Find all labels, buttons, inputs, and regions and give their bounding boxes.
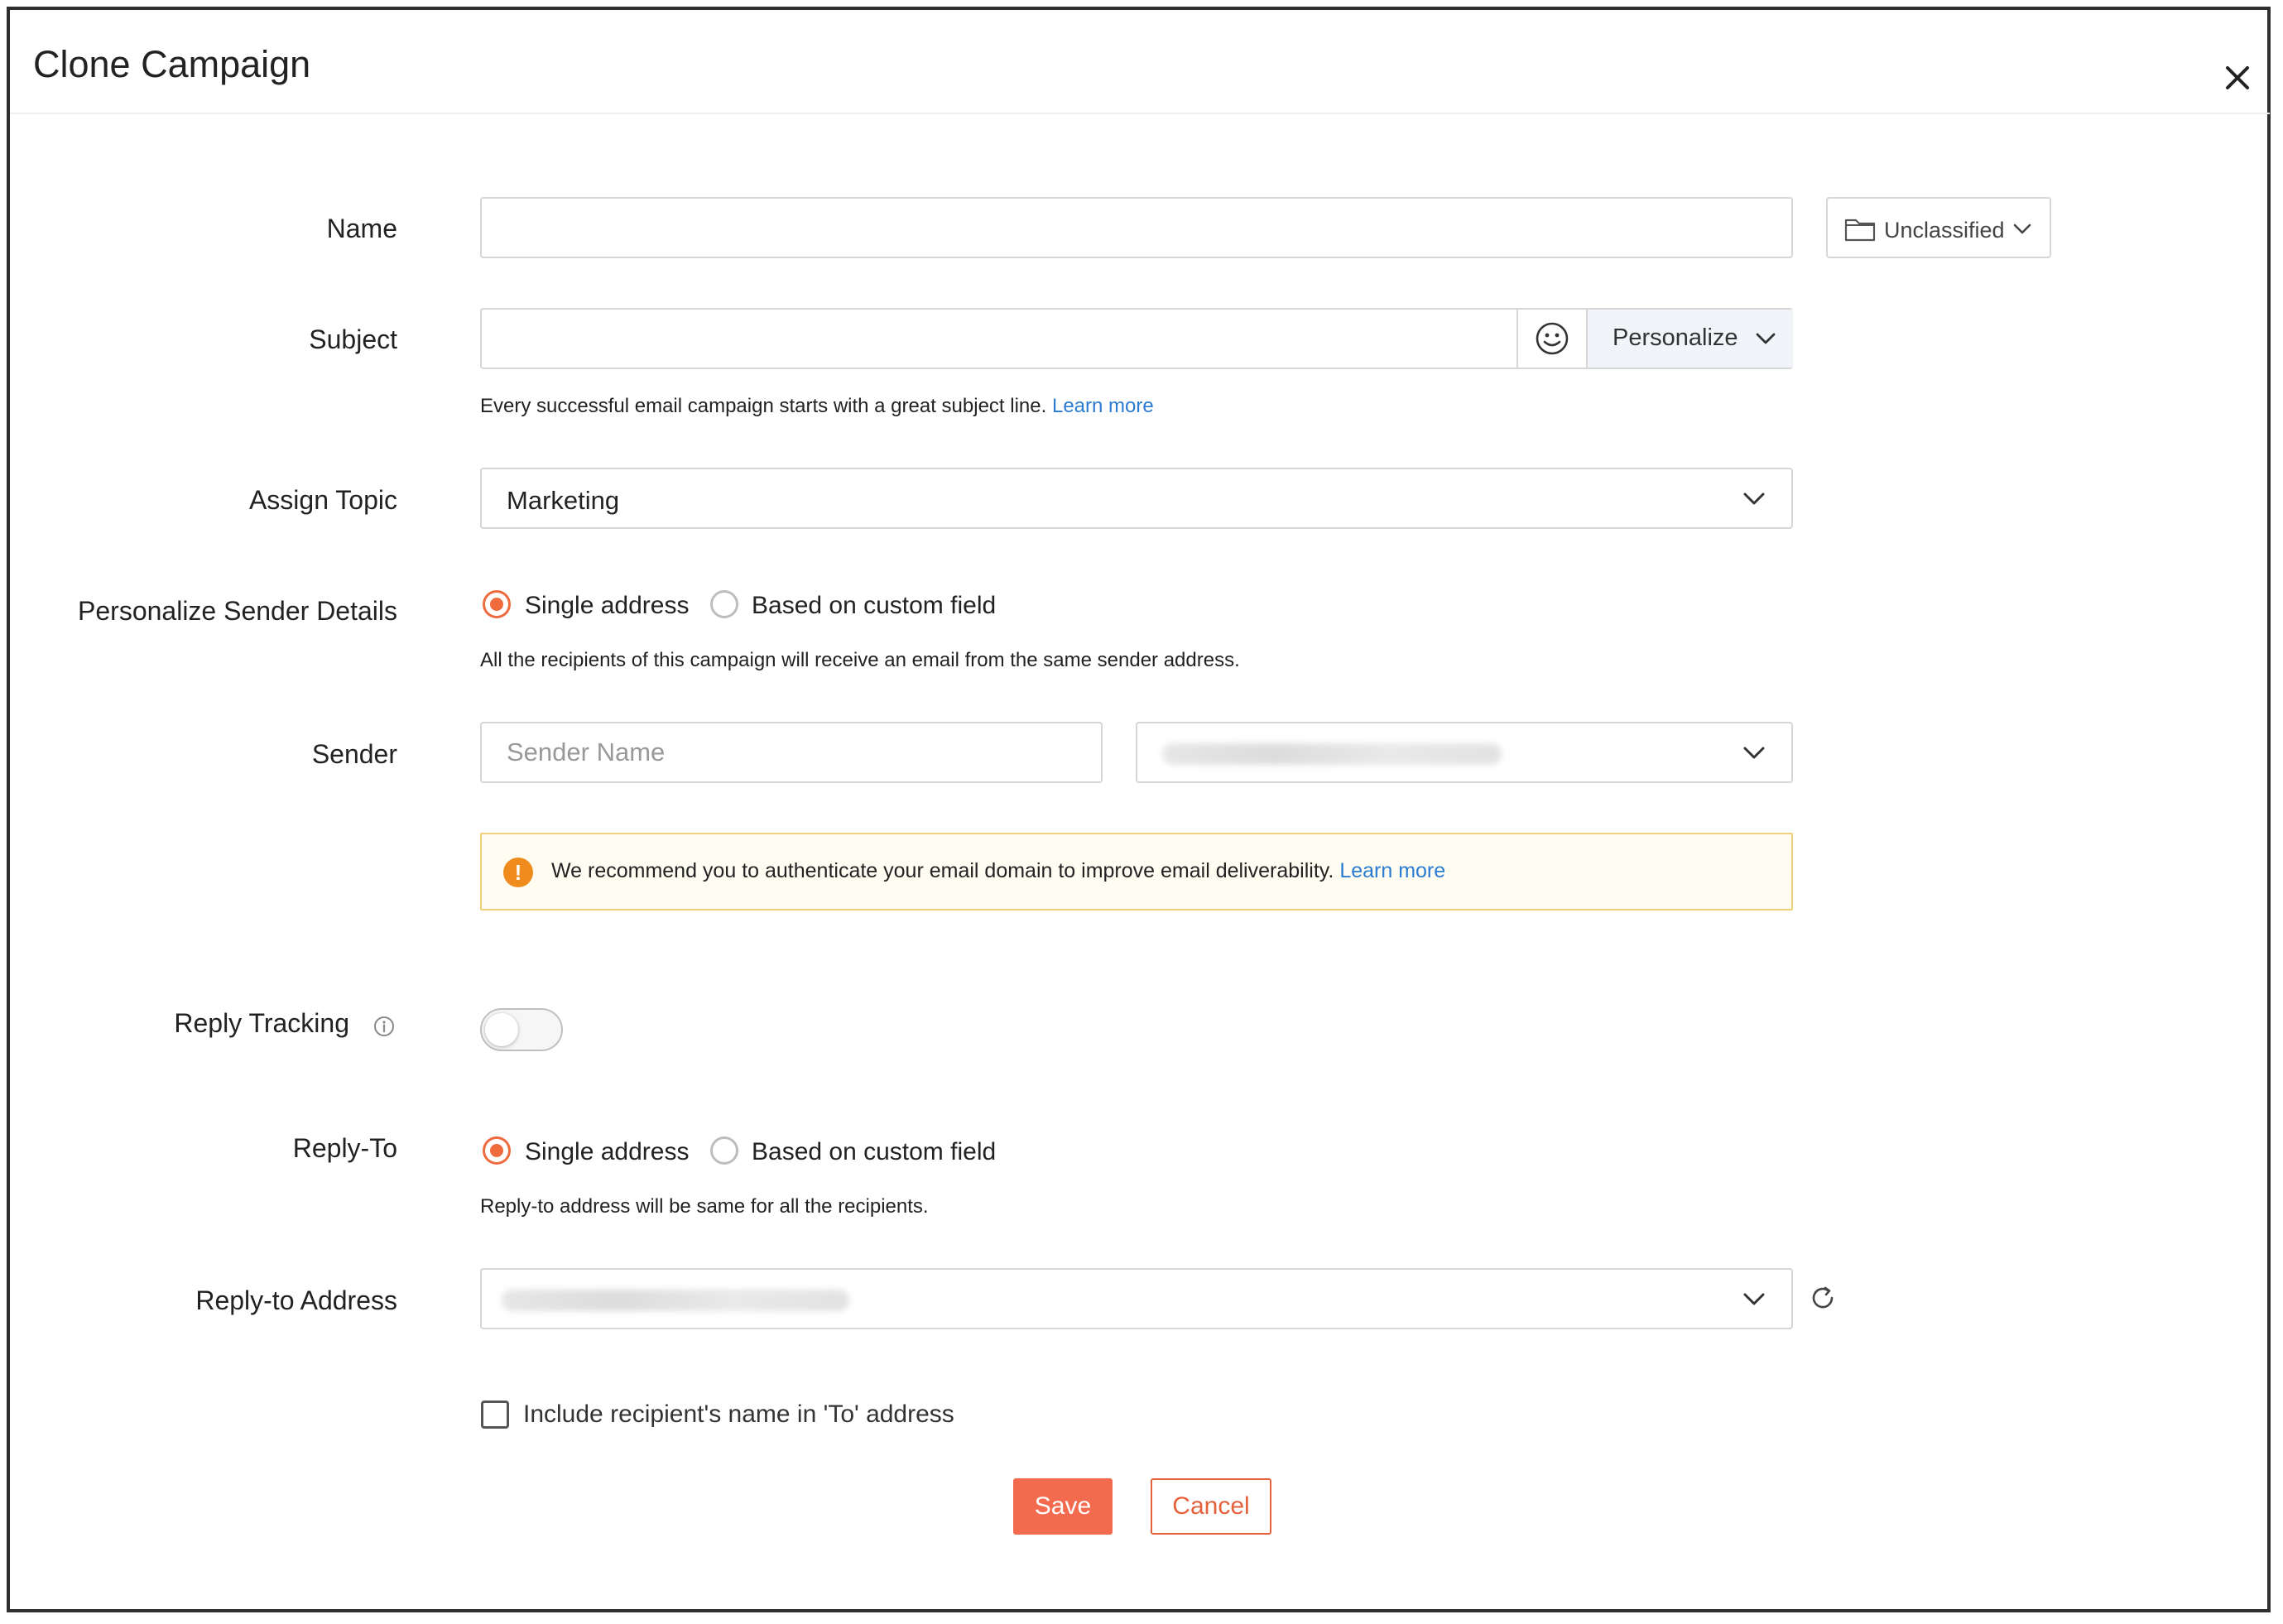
- alert-text: We recommend you to authenticate your em…: [551, 859, 1445, 883]
- chevron-down-icon: [1740, 484, 1768, 512]
- alert-message: We recommend you to authenticate your em…: [551, 859, 1334, 882]
- reply-custom-field-radio[interactable]: [710, 1136, 738, 1165]
- subject-learn-more-link[interactable]: Learn more: [1052, 395, 1154, 417]
- redacted-sender-email: [1162, 743, 1502, 765]
- warning-icon: !: [503, 858, 533, 887]
- folder-icon: [1844, 217, 1876, 246]
- reply-address-label: Reply-to Address: [195, 1285, 397, 1315]
- reply-single-address-label: Single address: [525, 1138, 690, 1165]
- subject-input[interactable]: [482, 310, 1516, 368]
- personalize-dropdown[interactable]: Personalize: [1586, 310, 1793, 368]
- include-name-label: Include recipient's name in 'To' address: [523, 1401, 954, 1428]
- subject-label: Subject: [309, 324, 397, 354]
- chevron-down-icon: [1740, 738, 1768, 766]
- sender-custom-field-radio[interactable]: [710, 590, 738, 618]
- reply-tracking-label: Reply Tracking: [174, 1008, 349, 1038]
- chevron-down-icon: [1740, 1285, 1768, 1313]
- emoji-button[interactable]: [1516, 310, 1588, 368]
- cancel-button[interactable]: Cancel: [1151, 1478, 1271, 1535]
- smiley-icon: [1535, 321, 1569, 360]
- sender-name-input[interactable]: [480, 722, 1103, 783]
- include-name-checkbox[interactable]: [481, 1401, 509, 1429]
- domain-auth-alert: ! We recommend you to authenticate your …: [480, 833, 1793, 910]
- topic-selected-value: Marketing: [507, 486, 620, 515]
- name-input[interactable]: [480, 197, 1793, 258]
- sender-single-address-label: Single address: [525, 592, 690, 619]
- reply-to-label: Reply-To: [292, 1133, 397, 1163]
- sender-details-helper-text: All the recipients of this campaign will…: [480, 649, 1240, 671]
- reply-single-address-radio[interactable]: [483, 1136, 511, 1165]
- sender-details-label: Personalize Sender Details: [78, 596, 397, 626]
- sender-custom-field-label: Based on custom field: [752, 592, 997, 619]
- close-icon[interactable]: [2221, 61, 2254, 94]
- sender-label: Sender: [311, 739, 397, 769]
- dialog-title: Clone Campaign: [33, 43, 311, 85]
- toggle-knob: [485, 1013, 518, 1046]
- reply-to-helper-text: Reply-to address will be same for all th…: [480, 1195, 929, 1218]
- subject-helper-text: Every successful email campaign starts w…: [480, 395, 1154, 418]
- folder-dropdown[interactable]: Unclassified: [1826, 197, 2051, 258]
- chevron-down-icon: [1753, 326, 1778, 355]
- redacted-reply-email: [502, 1290, 849, 1311]
- reply-address-dropdown[interactable]: [480, 1268, 1793, 1329]
- topic-dropdown[interactable]: Marketing: [480, 468, 1793, 529]
- subject-field-group: Personalize: [480, 308, 1793, 369]
- chevron-down-icon: [2011, 219, 2033, 244]
- reply-tracking-toggle[interactable]: [480, 1008, 563, 1051]
- folder-label: Unclassified: [1884, 218, 2005, 243]
- personalize-label: Personalize: [1613, 324, 1738, 351]
- sender-email-dropdown[interactable]: [1136, 722, 1793, 783]
- header-divider: [10, 113, 2270, 114]
- subject-helper-message: Every successful email campaign starts w…: [480, 395, 1047, 417]
- reply-custom-field-label: Based on custom field: [752, 1138, 997, 1165]
- alert-learn-more-link[interactable]: Learn more: [1339, 859, 1445, 882]
- sender-single-address-radio[interactable]: [483, 590, 511, 618]
- name-label: Name: [326, 214, 397, 243]
- save-button[interactable]: Save: [1013, 1478, 1113, 1535]
- assign-topic-label: Assign Topic: [248, 485, 397, 515]
- info-icon[interactable]: [372, 1015, 396, 1042]
- refresh-icon[interactable]: [1808, 1283, 1838, 1317]
